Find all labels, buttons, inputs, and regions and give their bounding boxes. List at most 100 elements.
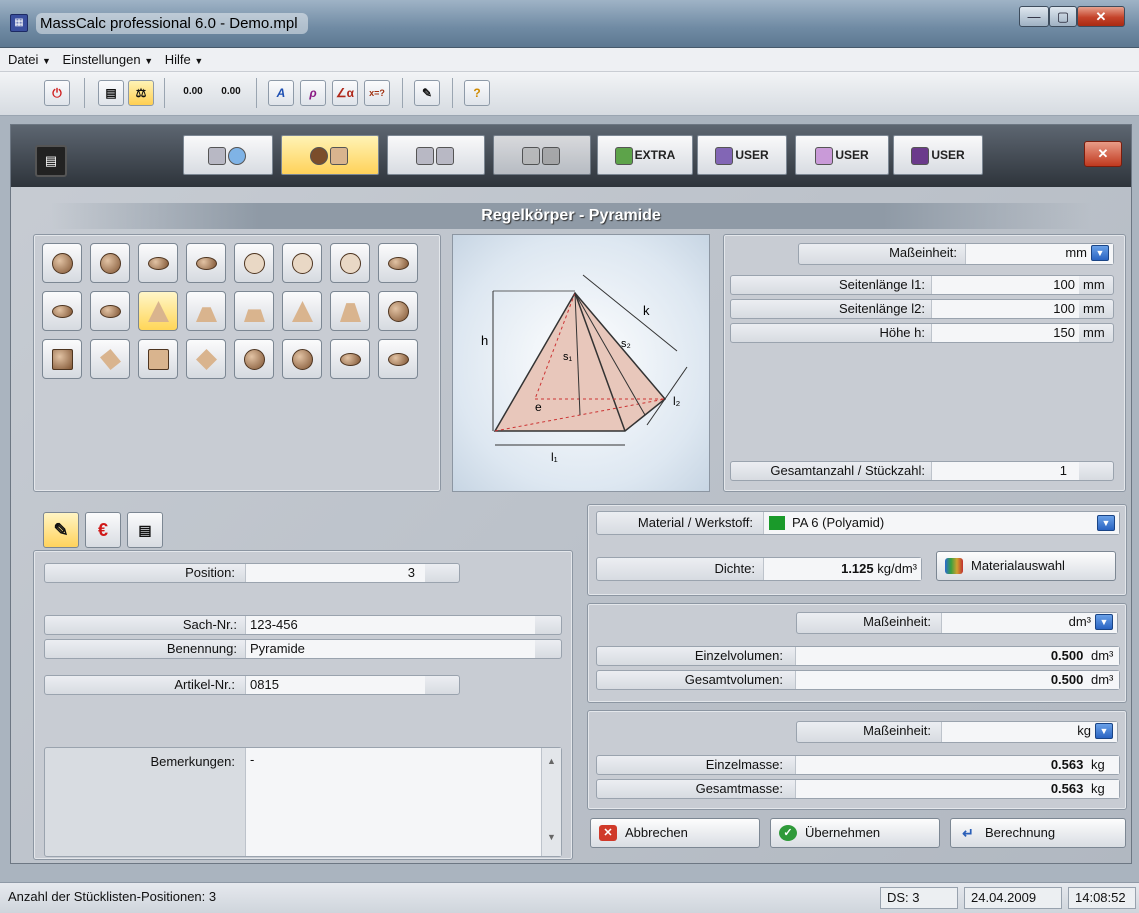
power-icon[interactable]: ⏻ — [44, 80, 70, 106]
chevron-down-icon: ▼ — [41, 56, 51, 66]
maximize-button[interactable]: ▢ — [1049, 6, 1077, 27]
shape-segment[interactable] — [234, 243, 274, 283]
artikel-nr-input[interactable]: 0815 — [245, 676, 425, 694]
frustum-icon — [196, 307, 217, 322]
tab-edit[interactable]: ✎ — [43, 512, 79, 548]
shape-cone[interactable] — [282, 291, 322, 331]
material-selection-button[interactable]: Materialauswahl — [936, 551, 1116, 581]
volume-unit-value: dm³ — [941, 613, 1117, 633]
shape-bowl[interactable] — [186, 243, 226, 283]
tab-flat-shapes[interactable] — [183, 135, 273, 175]
eraser-icon[interactable]: ✎ — [414, 80, 440, 106]
close-window-button[interactable]: ✕ — [1077, 6, 1125, 27]
font-a-icon[interactable]: A — [268, 80, 294, 106]
shape-dodecahedron[interactable] — [234, 339, 274, 379]
scale-icon[interactable]: ⚖ — [128, 80, 154, 106]
cancel-button[interactable]: ✕ Abbrechen — [590, 818, 760, 848]
calculate-label: Berechnung — [985, 825, 1056, 840]
total-volume-label: Gesamtvolumen: — [684, 672, 783, 687]
scroll-up-icon[interactable]: ▲ — [542, 756, 561, 766]
close-panel-button[interactable]: ✕ — [1084, 141, 1122, 167]
tab-regular-bodies[interactable] — [281, 135, 379, 175]
diagram-label-e: e — [535, 400, 542, 414]
shape-sphere-2[interactable] — [90, 243, 130, 283]
extra-icon — [614, 146, 633, 165]
unit-label: Maßeinheit: — [889, 245, 957, 260]
shape-barrel-ring[interactable] — [378, 291, 418, 331]
tab-user-3[interactable]: USER — [893, 135, 983, 175]
help-icon[interactable]: ? — [464, 80, 490, 106]
tab-extra[interactable]: EXTRA — [597, 135, 693, 175]
shape-ellipsoid[interactable] — [42, 291, 82, 331]
tab-sheet[interactable] — [493, 135, 591, 175]
chevron-down-icon[interactable]: ▼ — [1091, 245, 1109, 261]
menu-hilfe[interactable]: Hilfe ▼ — [161, 48, 208, 71]
diagram-label-l2: l₂ — [673, 394, 681, 408]
window-list-icon[interactable]: ▤ — [98, 80, 124, 106]
toolbar: ⏻ ▤ ⚖ 0.00 0.00 A ρ ∠α x=? ✎ ? — [0, 72, 1139, 116]
chevron-down-icon[interactable]: ▼ — [1097, 515, 1115, 531]
shape-octahedron[interactable] — [186, 339, 226, 379]
side-length-l1-input[interactable]: 100 — [931, 276, 1079, 294]
benennung-input[interactable]: Pyramide — [245, 640, 535, 658]
shape-pyramid[interactable] — [138, 291, 178, 331]
truncated-cone-icon — [340, 303, 361, 322]
material-row: Material / Werkstoff: PA 6 (Polyamid) ▼ — [596, 511, 1120, 535]
decimal-decrease-button[interactable]: 0.00 — [214, 80, 248, 106]
shape-sector[interactable] — [330, 243, 370, 283]
shape-barrel[interactable] — [42, 339, 82, 379]
rho-icon[interactable]: ρ — [300, 80, 326, 106]
tab-table[interactable]: ▤ — [127, 512, 163, 548]
document-icon[interactable]: ▤ — [35, 145, 67, 177]
height-input[interactable]: 150 — [931, 324, 1079, 342]
tetrahedron-icon — [100, 349, 121, 370]
apply-button[interactable]: ✓ Übernehmen — [770, 818, 940, 848]
shape-cube[interactable] — [138, 339, 178, 379]
shape-tetrahedron[interactable] — [90, 339, 130, 379]
remarks-textarea[interactable]: - — [245, 748, 541, 856]
bowl-icon — [196, 257, 217, 270]
quantity-input[interactable]: 1 — [931, 462, 1079, 480]
shape-pipe-bend[interactable] — [330, 339, 370, 379]
shape-truncated-cone[interactable] — [330, 291, 370, 331]
shape-ring[interactable] — [378, 243, 418, 283]
scroll-down-icon[interactable]: ▼ — [542, 832, 561, 842]
tab-cost[interactable]: € — [85, 512, 121, 548]
shape-icosahedron[interactable] — [282, 339, 322, 379]
calculate-button[interactable]: ↵ Berechnung — [950, 818, 1126, 848]
tab-profiles[interactable] — [387, 135, 485, 175]
menu-datei[interactable]: Datei ▼ — [4, 48, 55, 71]
single-volume-unit: dm³ — [1091, 648, 1114, 663]
shape-wedge[interactable] — [234, 291, 274, 331]
position-input[interactable]: 3 — [245, 564, 425, 582]
remarks-scrollbar[interactable]: ▲ ▼ — [541, 748, 561, 856]
shape-torus[interactable] — [90, 291, 130, 331]
ellipsoid-icon — [52, 305, 73, 318]
chevron-down-icon[interactable]: ▼ — [1095, 723, 1113, 739]
cone-icon — [292, 301, 313, 322]
shape-hemisphere[interactable] — [138, 243, 178, 283]
chevron-down-icon[interactable]: ▼ — [1095, 614, 1113, 630]
shape-pipe-bend-2[interactable] — [378, 339, 418, 379]
shape-segment-2[interactable] — [282, 243, 322, 283]
minimize-button[interactable]: — — [1019, 6, 1049, 27]
decimal-increase-button[interactable]: 0.00 — [176, 80, 210, 106]
tab-user-2[interactable]: USER — [795, 135, 889, 175]
artikel-nr-label: Artikel-Nr.: — [174, 677, 235, 692]
menu-einstellungen-label: Einstellungen — [62, 52, 141, 67]
angle-alpha-icon[interactable]: ∠α — [332, 80, 358, 106]
menu-einstellungen[interactable]: Einstellungen ▼ — [59, 48, 158, 71]
pyramid-icon — [330, 146, 348, 165]
toolbar-divider — [164, 78, 165, 108]
material-select[interactable]: PA 6 (Polyamid) — [763, 512, 1119, 534]
dimensions-panel: Maßeinheit: mm ▼ Seitenlänge l1: 100 mm … — [723, 234, 1126, 492]
density-row: Dichte: 1.125 kg/dm³ — [596, 557, 922, 581]
menu-hilfe-label: Hilfe — [164, 52, 191, 67]
shape-sphere[interactable] — [42, 243, 82, 283]
sphere-icon — [310, 146, 328, 165]
side-length-l2-input[interactable]: 100 — [931, 300, 1079, 318]
sach-nr-input[interactable]: 123-456 — [245, 616, 535, 634]
shape-frustum[interactable] — [186, 291, 226, 331]
tab-user-1[interactable]: USER — [697, 135, 787, 175]
calculator-icon[interactable]: x=? — [364, 80, 390, 106]
